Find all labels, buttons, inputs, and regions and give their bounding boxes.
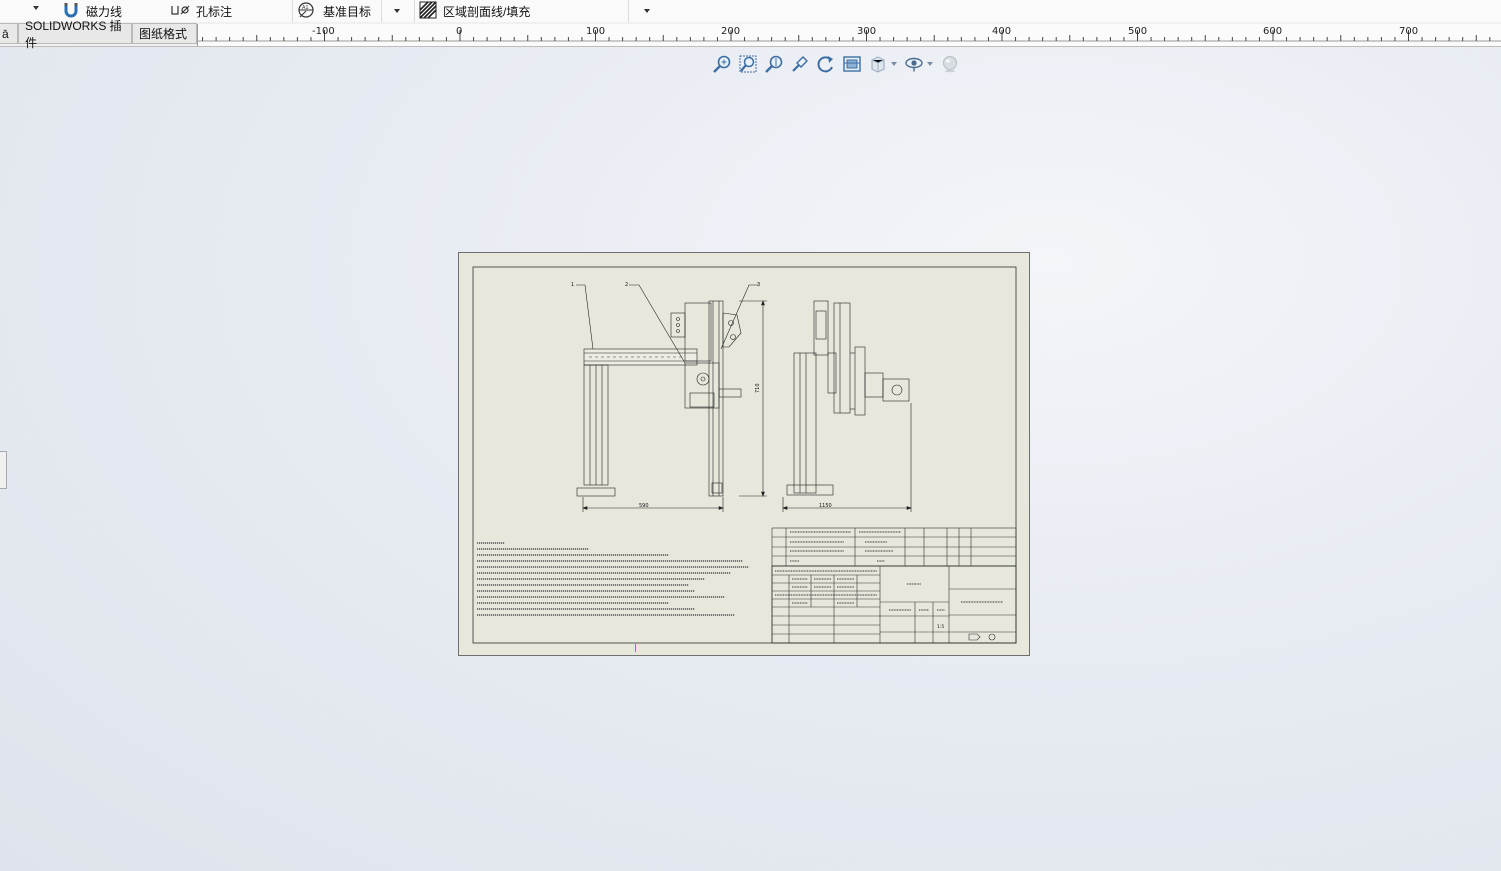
view-orientation-icon[interactable] (841, 53, 863, 75)
toolbar-divider (414, 0, 415, 22)
horizontal-ruler: -100 0 100 200 300 400 500 600 700 (197, 24, 1501, 46)
ruler-label: -100 (312, 26, 335, 37)
toolbar-divider (628, 0, 629, 22)
ruler-label: 500 (1128, 26, 1148, 37)
panel-collapse-handle[interactable] (0, 451, 7, 489)
ruler-label: 700 (1399, 26, 1419, 37)
dimension-width-value: 590 (639, 503, 649, 509)
sheet-border (472, 266, 1017, 644)
display-style-icon[interactable] (867, 53, 889, 75)
tab-partial[interactable]: ā (0, 23, 18, 44)
zoom-to-selection-icon[interactable] (789, 53, 811, 75)
tab-addins-label: SOLIDWORKS 插件 (25, 18, 122, 50)
hole-callout-label: 孔标注 (196, 4, 233, 19)
ruler-label: 300 (857, 26, 877, 37)
title-block[interactable] (771, 565, 1017, 644)
datum-target-button[interactable]: A1 基准目标 (297, 0, 371, 22)
command-toolbar: 磁力线 孔标注 A1 基准目标 区域剖面线/填充 (0, 0, 1501, 23)
tab-solidworks-addins[interactable]: SOLIDWORKS 插件 (18, 19, 132, 50)
zoom-in-out-icon[interactable] (763, 53, 785, 75)
chevron-down-icon[interactable] (891, 62, 897, 66)
side-view[interactable] (786, 300, 910, 496)
hide-show-items-icon[interactable] (903, 53, 925, 75)
chevron-down-icon[interactable] (394, 9, 400, 13)
ruler-label: 200 (721, 26, 741, 37)
balloon-label[interactable]: 3 (757, 282, 760, 288)
front-view[interactable] (576, 284, 758, 497)
dimension-width[interactable] (582, 497, 724, 512)
toolbar-divider (292, 0, 293, 22)
drawing-canvas: 1 2 3 590 710 1150 1:5 (472, 266, 1017, 644)
hatch-icon (419, 0, 437, 22)
zoom-to-area-icon[interactable] (737, 53, 759, 75)
ruler-label: 100 (586, 26, 606, 37)
datum-target-icon: A1 (297, 1, 317, 22)
balloon-label[interactable]: 2 (625, 282, 628, 288)
dimension-side-width-value: 1150 (819, 503, 832, 509)
technical-notes[interactable] (477, 542, 749, 616)
chevron-down-icon[interactable] (33, 6, 39, 10)
rotate-icon[interactable] (815, 53, 837, 75)
title-block-scale: 1:5 (937, 624, 944, 630)
area-hatch-button[interactable]: 区域剖面线/填充 (419, 0, 530, 22)
tab-sheet-format-label: 图纸格式 (139, 27, 188, 41)
chevron-down-icon[interactable] (644, 9, 650, 13)
ruler-label: 0 (456, 26, 463, 37)
hole-callout-icon (170, 3, 190, 20)
dimension-side-width[interactable] (782, 403, 912, 512)
bill-of-materials[interactable] (771, 527, 1017, 567)
tab-sheet-format[interactable]: 图纸格式 (132, 23, 197, 44)
chevron-down-icon[interactable] (927, 62, 933, 66)
toolbar-divider (381, 0, 382, 22)
drawing-sheet[interactable]: 1 2 3 590 710 1150 1:5 (458, 252, 1030, 656)
zoom-to-fit-icon[interactable] (711, 53, 733, 75)
heads-up-view-toolbar (711, 53, 965, 75)
ruler-label: 600 (1263, 26, 1283, 37)
datum-target-label: 基准目标 (323, 4, 372, 19)
balloon-label[interactable]: 1 (571, 282, 574, 288)
apply-scene-icon[interactable] (939, 53, 961, 75)
tab-partial-label: ā (2, 26, 9, 41)
dimension-height[interactable] (739, 300, 767, 497)
svg-text:A1: A1 (302, 5, 309, 11)
ruler-ticks (198, 30, 1501, 42)
dimension-height-value: 710 (755, 383, 761, 393)
ruler-label: 400 (992, 26, 1012, 37)
area-hatch-label: 区域剖面线/填充 (443, 4, 531, 19)
hole-callout-button[interactable]: 孔标注 (170, 0, 232, 22)
text-cursor-marker (635, 644, 636, 652)
